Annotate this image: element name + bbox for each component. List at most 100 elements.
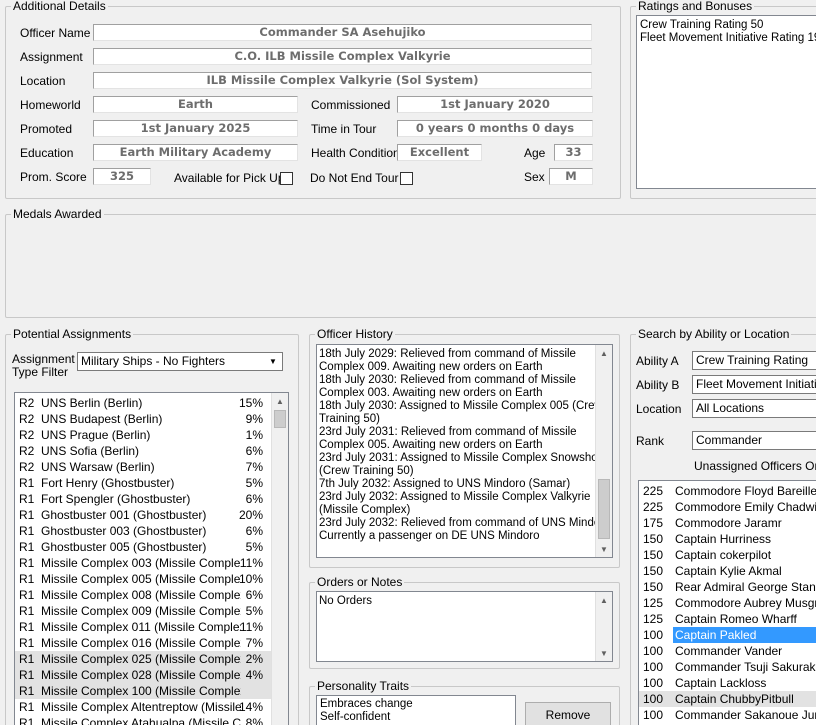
history-scrollbar[interactable]: ▲ ▼ xyxy=(595,345,612,557)
assignment-row[interactable]: R1 Missile Complex 028 (Missile Complex) 4… xyxy=(15,667,273,683)
health-field[interactable]: Excellent xyxy=(397,144,482,161)
officer-result-row[interactable]: 100 Captain ChubbyPitbull xyxy=(639,691,816,707)
scroll-thumb[interactable] xyxy=(598,479,610,539)
assignment-row[interactable]: R1 Missile Complex Altentreptow (Missile … xyxy=(15,699,273,715)
officer-result-row[interactable]: 225 Commodore Floyd Bareilles xyxy=(639,483,816,499)
assignment-code: R1 xyxy=(19,716,35,725)
officer-result-row[interactable]: 150 Rear Admiral George Stansbe xyxy=(639,579,816,595)
officer-result-row[interactable]: 100 Commander Sakanoue Junko xyxy=(639,707,816,723)
education-field[interactable]: Earth Military Academy xyxy=(93,144,298,161)
potential-scrollbar[interactable]: ▲ xyxy=(271,393,288,725)
assignment-row[interactable]: R2 UNS Berlin (Berlin) 15% xyxy=(15,395,273,411)
assignment-row[interactable]: R2 UNS Sofia (Berlin) 6% xyxy=(15,443,273,459)
officer-result-row[interactable]: 150 Captain Kylie Akmal xyxy=(639,563,816,579)
remove-trait-label: Remove xyxy=(545,708,591,722)
assignment-name: Missile Complex 003 (Missile Complex) xyxy=(41,556,241,570)
rating-item[interactable]: Fleet Movement Initiative Rating 199 xyxy=(640,32,816,45)
assignment-field[interactable]: C.O. ILB Missile Complex Valkyrie xyxy=(93,48,592,65)
assignment-row[interactable]: R2 UNS Budapest (Berlin) 9% xyxy=(15,411,273,427)
officer-history-text[interactable]: 18th July 2029: Relieved from command of… xyxy=(316,344,613,558)
assignment-name: Missile Complex 011 (Missile Complex) xyxy=(41,620,241,634)
orders-scrollbar[interactable]: ▲ ▼ xyxy=(595,592,612,661)
assignment-row[interactable]: R1 Missile Complex 025 (Missile Complex) 2… xyxy=(15,651,273,667)
officer-result-row[interactable]: 100 Commander Tsuji Sakurako xyxy=(639,659,816,675)
assignment-row[interactable]: R1 Missile Complex 008 (Missile Complex) 6… xyxy=(15,587,273,603)
assignment-code: R2 xyxy=(19,460,35,474)
potential-assignments-list[interactable]: R2 UNS Berlin (Berlin) 15% R2 UNS Budapest (… xyxy=(14,392,289,725)
officer-score: 225 xyxy=(643,484,664,498)
scroll-down-icon[interactable]: ▼ xyxy=(596,645,612,661)
orders-textarea[interactable]: No Orders ▲ ▼ xyxy=(316,591,613,662)
ratings-list[interactable]: Crew Training Rating 50 Fleet Movement In… xyxy=(636,15,816,189)
scroll-thumb[interactable] xyxy=(274,410,286,428)
scroll-up-icon[interactable]: ▲ xyxy=(596,592,612,608)
not-end-tour-checkbox[interactable] xyxy=(400,172,413,185)
medals-group: Medals Awarded xyxy=(5,207,816,318)
scroll-down-icon[interactable]: ▼ xyxy=(596,541,612,557)
age-field[interactable]: 33 xyxy=(554,144,593,161)
sex-field[interactable]: M xyxy=(549,168,593,185)
officer-result-row[interactable]: 125 Captain Romeo Wharff xyxy=(639,611,816,627)
remove-trait-button[interactable]: Remove xyxy=(525,702,611,725)
homeworld-field[interactable]: Earth xyxy=(93,96,298,113)
officer-name: Captain Lackloss xyxy=(675,676,767,690)
scroll-up-icon[interactable]: ▲ xyxy=(272,393,288,409)
assignment-row[interactable]: R1 Ghostbuster 001 (Ghostbuster) 20% xyxy=(15,507,273,523)
assignment-row[interactable]: R1 Fort Henry (Ghostbuster) 5% xyxy=(15,475,273,491)
assignment-name: Missile Complex 025 (Missile Complex) xyxy=(41,652,241,666)
assignment-row[interactable]: R1 Ghostbuster 003 (Ghostbuster) 6% xyxy=(15,523,273,539)
officer-result-row[interactable]: 150 Captain cokerpilot xyxy=(639,547,816,563)
assignment-percent: 4% xyxy=(245,668,263,682)
location-select[interactable]: All Locations xyxy=(692,399,816,418)
officer-name-field[interactable]: Commander SA Asehujiko xyxy=(93,24,592,41)
assignment-code: R1 xyxy=(19,604,35,618)
prom-score-field[interactable]: 325 xyxy=(93,168,151,185)
personality-trait[interactable]: Embraces change xyxy=(320,698,512,711)
scroll-up-icon[interactable]: ▲ xyxy=(596,345,612,361)
assignment-name: Missile Complex 100 (Missile Complex) xyxy=(41,684,241,698)
officer-result-row[interactable]: 125 Commodore Aubrey Musgrove xyxy=(639,595,816,611)
officer-score: 100 xyxy=(643,692,664,706)
assignment-row[interactable]: R1 Missile Complex 009 (Missile Complex) 5… xyxy=(15,603,273,619)
rating-item[interactable]: Crew Training Rating 50 xyxy=(640,19,816,32)
chevron-down-icon[interactable]: ▼ xyxy=(265,354,281,369)
orders-text: No Orders xyxy=(319,595,373,607)
unassigned-label: Unassigned Officers Only xyxy=(694,459,816,473)
officer-results-list[interactable]: 225 Commodore Floyd Bareilles 225 Commodore… xyxy=(638,480,816,725)
officer-result-row[interactable]: 225 Commodore Emily Chadwick xyxy=(639,499,816,515)
personality-title: Personality Traits xyxy=(315,679,412,693)
assignment-row[interactable]: R2 UNS Prague (Berlin) 1% xyxy=(15,427,273,443)
assignment-row[interactable]: R1 Missile Complex 005 (Missile Complex) 1… xyxy=(15,571,273,587)
assignment-row[interactable]: R1 Missile Complex Atahualpa (Missile Com… xyxy=(15,715,273,725)
personality-trait[interactable]: Self-confident xyxy=(320,711,512,724)
promoted-field[interactable]: 1st January 2025 xyxy=(93,120,298,137)
assignment-row[interactable]: R2 UNS Warsaw (Berlin) 7% xyxy=(15,459,273,475)
personality-list[interactable]: Embraces change Self-confident xyxy=(316,695,516,725)
officer-result-row[interactable]: 100 Captain Pakled xyxy=(639,627,816,643)
assignment-name: Missile Complex 005 (Missile Complex) xyxy=(41,572,241,586)
officer-result-row[interactable]: 175 Commodore Jaramr xyxy=(639,515,816,531)
assignment-percent: 10% xyxy=(238,572,263,586)
location-label: Location xyxy=(20,74,66,88)
assignment-type-filter[interactable]: Military Ships - No Fighters ▼ xyxy=(77,352,283,371)
officer-result-row[interactable]: 100 Commander Vander xyxy=(639,643,816,659)
ability-b-select[interactable]: Fleet Movement Initiative xyxy=(692,375,816,394)
ability-a-select[interactable]: Crew Training Rating xyxy=(692,351,816,370)
orders-title: Orders or Notes xyxy=(315,575,405,589)
history-line: 23rd July 2031: Relieved from command of… xyxy=(319,426,577,438)
assignment-row[interactable]: R1 Missile Complex 100 (Missile Complex) xyxy=(15,683,273,699)
assignment-row[interactable]: R1 Missile Complex 003 (Missile Complex) 1… xyxy=(15,555,273,571)
assignment-row[interactable]: R1 Ghostbuster 005 (Ghostbuster) 5% xyxy=(15,539,273,555)
assignment-row[interactable]: R1 Fort Spengler (Ghostbuster) 6% xyxy=(15,491,273,507)
pickup-checkbox[interactable] xyxy=(280,172,293,185)
location-field[interactable]: ILB Missile Complex Valkyrie (Sol System… xyxy=(93,72,592,89)
assignment-name: Ghostbuster 001 (Ghostbuster) xyxy=(41,508,207,522)
commissioned-field[interactable]: 1st January 2020 xyxy=(397,96,593,113)
officer-result-row[interactable]: 150 Captain Hurriness xyxy=(639,531,816,547)
assignment-row[interactable]: R1 Missile Complex 016 (Missile Complex) 7… xyxy=(15,635,273,651)
time-in-tour-field[interactable]: 0 years 0 months 0 days xyxy=(397,120,593,137)
rank-select[interactable]: Commander xyxy=(692,431,816,450)
assignment-row[interactable]: R1 Missile Complex 011 (Missile Complex) 1… xyxy=(15,619,273,635)
assignment-percent: 6% xyxy=(245,492,263,506)
officer-result-row[interactable]: 100 Captain Lackloss xyxy=(639,675,816,691)
